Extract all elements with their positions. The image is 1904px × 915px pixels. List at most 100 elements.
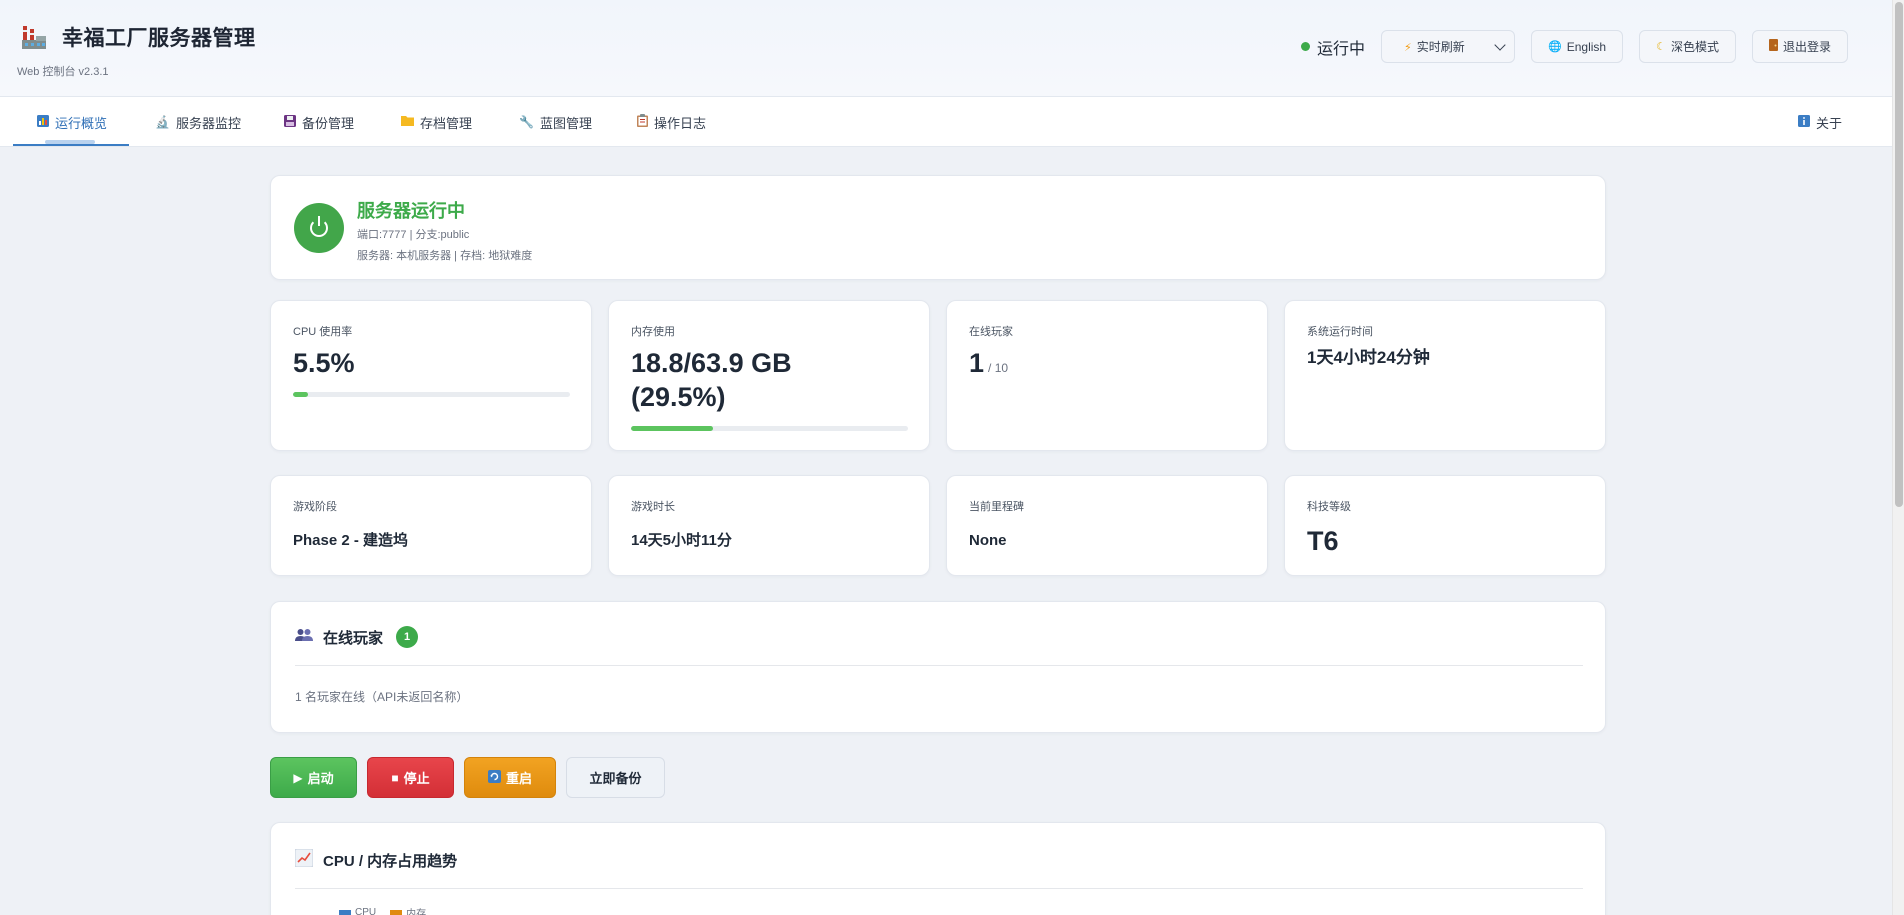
milestone-card: 当前里程碑 None — [946, 475, 1268, 576]
cpu-memory-trend-section: CPU / 内存占用趋势 CPU 内存 — [270, 822, 1606, 915]
trend-section-title: CPU / 内存占用趋势 — [323, 853, 458, 870]
players-count-badge: 1 — [396, 626, 419, 648]
legend-label: CPU — [355, 907, 377, 915]
server-status-card: 服务器运行中 端口:7777 | 分支:public 服务器: 本机服务器 | … — [270, 175, 1606, 280]
legend-item-cpu[interactable]: CPU — [339, 905, 376, 915]
header-actions: 运行中 ⚡ 实时刷新 🌐 English ☾ 深色模式 退出登录 — [1301, 30, 1848, 63]
backup-now-button[interactable]: 立即备份 — [566, 757, 665, 798]
tab-saves[interactable]: 存档管理 — [399, 97, 474, 147]
server-status: 运行中 — [1301, 35, 1365, 59]
floppy-icon — [284, 114, 296, 130]
theme-label: 深色模式 — [1670, 40, 1719, 54]
cpu-value: 5.5% — [293, 348, 355, 378]
start-label: 启动 — [307, 771, 334, 786]
players-section-title: 在线玩家 — [323, 629, 384, 647]
stop-label: 停止 — [403, 771, 430, 786]
main-nav: 运行概览 🔬 服务器监控 备份管理 存档管理 🔧 蓝图管理 操作日志 关于 — [0, 97, 1892, 147]
memory-label: 内存使用 — [631, 326, 675, 338]
info-icon — [1798, 114, 1810, 130]
app-title: 幸福工厂服务器管理 — [62, 27, 256, 50]
chevron-down-icon — [1494, 38, 1506, 51]
divider — [295, 888, 1583, 889]
stop-button[interactable]: ■ 停止 — [367, 757, 454, 798]
server-save-info: 服务器: 本机服务器 | 存档: 地狱难度 — [357, 250, 533, 262]
tab-logs[interactable]: 操作日志 — [635, 97, 708, 147]
theme-toggle-button[interactable]: ☾ 深色模式 — [1639, 30, 1736, 63]
tab-server-monitor[interactable]: 🔬 服务器监控 — [153, 97, 243, 147]
tech-value: T6 — [1307, 526, 1339, 556]
globe-icon: 🌐 — [1548, 41, 1562, 53]
folder-icon — [401, 115, 414, 129]
door-icon — [1768, 39, 1778, 54]
milestone-label: 当前里程碑 — [969, 501, 1024, 513]
server-status-title: 服务器运行中 — [357, 201, 465, 221]
cpu-progress-fill — [293, 392, 309, 397]
legend-swatch-cpu — [339, 909, 351, 915]
refresh-label: 实时刷新 — [1416, 40, 1465, 54]
tab-label: 运行概览 — [55, 115, 108, 131]
memory-value-line2: (29.5%) — [631, 382, 726, 412]
about-label: 关于 — [1816, 115, 1843, 131]
playtime-label: 游戏时长 — [631, 501, 675, 513]
chart-icon — [37, 114, 49, 130]
phase-label: 游戏阶段 — [293, 501, 337, 513]
tab-blueprints[interactable]: 🔧 蓝图管理 — [517, 97, 594, 147]
playtime-card: 游戏时长 14天5小时11分 — [608, 475, 930, 576]
trend-section-header: CPU / 内存占用趋势 — [294, 848, 458, 872]
clipboard-icon — [637, 114, 648, 130]
scrollbar-thumb[interactable] — [1895, 2, 1903, 507]
players-count: 1 — [969, 348, 985, 378]
players-value: 1/ 10 — [969, 346, 1008, 385]
players-section-header: 在线玩家 1 — [295, 626, 419, 648]
logout-button[interactable]: 退出登录 — [1751, 30, 1848, 63]
backup-label: 立即备份 — [589, 771, 642, 786]
divider — [295, 665, 1583, 666]
chart-legend: CPU 内存 — [339, 905, 426, 915]
memory-value-line1: 18.8/63.9 GB — [631, 348, 792, 378]
tab-overview[interactable]: 运行概览 — [12, 97, 130, 147]
logout-label: 退出登录 — [1782, 40, 1831, 54]
status-text: 运行中 — [1317, 40, 1366, 58]
cpu-label: CPU 使用率 — [293, 326, 353, 338]
brand: 幸福工厂服务器管理 — [20, 22, 256, 52]
play-icon: ▶ — [293, 770, 303, 785]
trend-chart-icon — [294, 848, 314, 872]
legend-item-memory[interactable]: 内存 — [390, 905, 426, 915]
microscope-icon: 🔬 — [155, 115, 170, 129]
players-label: 在线玩家 — [969, 326, 1013, 338]
app-header: 幸福工厂服务器管理 Web 控制台 v2.3.1 运行中 ⚡ 实时刷新 🌐 Eng… — [0, 0, 1892, 97]
users-icon — [295, 628, 313, 647]
uptime-card: 系统运行时间 1天4小时24分钟 — [1284, 300, 1606, 451]
tab-label: 服务器监控 — [175, 115, 241, 131]
language-label: English — [1566, 39, 1607, 54]
app-version: Web 控制台 v2.3.1 — [17, 66, 109, 78]
refresh-select[interactable]: ⚡ 实时刷新 — [1381, 30, 1516, 63]
tech-label: 科技等级 — [1307, 501, 1351, 513]
memory-value: 18.8/63.9 GB (29.5%) — [631, 346, 792, 414]
playtime-value: 14天5小时11分 — [631, 532, 732, 549]
page-scrollbar[interactable] — [1892, 0, 1904, 915]
online-players-section: 在线玩家 1 1 名玩家在线（API未返回名称） — [270, 601, 1606, 733]
milestone-value: None — [969, 532, 1007, 549]
tab-label: 存档管理 — [420, 115, 473, 131]
tech-tier-card: 科技等级 T6 — [1284, 475, 1606, 576]
lightning-icon: ⚡ — [1404, 42, 1412, 54]
legend-label: 内存 — [406, 909, 427, 915]
start-button[interactable]: ▶ 启动 — [270, 757, 357, 798]
uptime-value: 1天4小时24分钟 — [1307, 348, 1430, 367]
game-phase-card: 游戏阶段 Phase 2 - 建造坞 — [270, 475, 592, 576]
language-button[interactable]: 🌐 English — [1531, 30, 1624, 63]
factory-icon — [20, 23, 48, 51]
restart-button[interactable]: 重启 — [464, 757, 556, 798]
restart-label: 重启 — [505, 771, 532, 786]
cpu-progress-bar — [293, 392, 570, 397]
online-players-card: 在线玩家 1/ 10 — [946, 300, 1268, 451]
legend-swatch-memory — [390, 909, 403, 915]
tab-label: 备份管理 — [302, 115, 355, 131]
memory-progress-fill — [631, 426, 713, 431]
players-list-text: 1 名玩家在线（API未返回名称） — [295, 690, 469, 704]
about-button[interactable]: 关于 — [1796, 97, 1844, 147]
server-actions: ▶ 启动 ■ 停止 重启 立即备份 — [270, 757, 665, 798]
tab-backup[interactable]: 备份管理 — [282, 97, 356, 147]
status-dot-icon — [1301, 42, 1311, 51]
